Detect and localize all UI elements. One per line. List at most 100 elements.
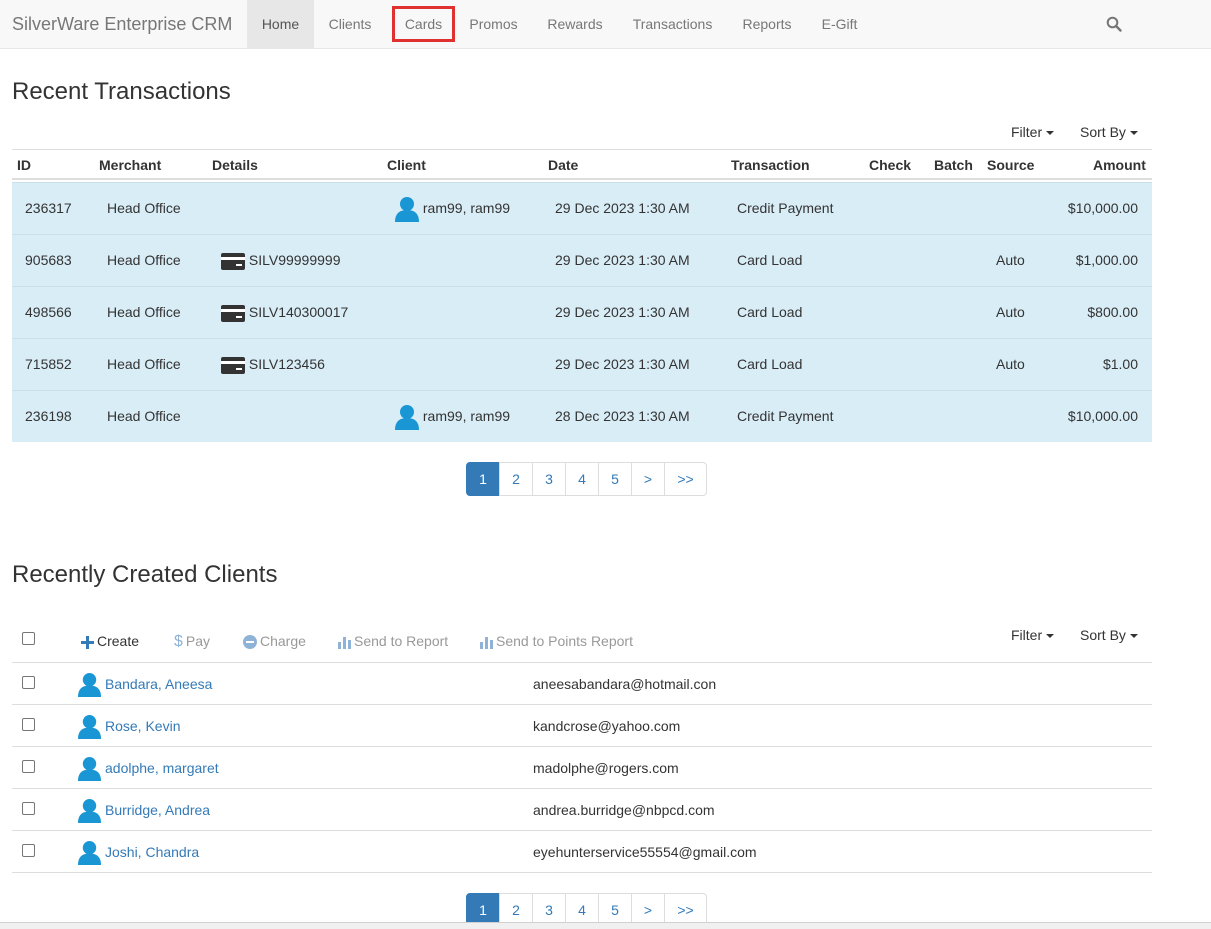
- col-client[interactable]: Client: [387, 150, 426, 180]
- nav-rewards[interactable]: Rewards: [532, 0, 618, 48]
- tx-id: 236198: [25, 408, 72, 424]
- nav-egift[interactable]: E-Gift: [807, 0, 872, 48]
- client-row: Rose, Kevin kandcrose@yahoo.com: [12, 705, 1152, 747]
- tx-details[interactable]: SILV123456: [221, 339, 325, 390]
- bar-chart-icon: [480, 637, 493, 649]
- nav-home[interactable]: Home: [247, 0, 314, 48]
- caret-down-icon: [1129, 131, 1138, 136]
- page-3-button[interactable]: 3: [532, 462, 566, 496]
- clients-sort-dropdown[interactable]: Sort By: [1080, 627, 1138, 643]
- transaction-row[interactable]: 236198 Head Office ram99, ram99 28 Dec 2…: [12, 390, 1152, 442]
- charge-label: Charge: [260, 633, 306, 649]
- col-id[interactable]: ID: [17, 150, 31, 180]
- caret-down-icon: [1046, 634, 1055, 639]
- pay-label: Pay: [185, 633, 211, 649]
- nav-reports[interactable]: Reports: [727, 0, 807, 48]
- credit-card-icon: [221, 356, 245, 374]
- tx-date: 28 Dec 2023 1:30 AM: [555, 408, 690, 424]
- cards-highlight-box: [392, 6, 455, 42]
- next-page-button[interactable]: >: [631, 462, 665, 496]
- row-checkbox[interactable]: [22, 760, 35, 773]
- tx-amount: $10,000.00: [1067, 200, 1138, 216]
- tx-source: Auto: [996, 356, 1025, 372]
- user-icon: [78, 757, 101, 781]
- transactions-sort-label: Sort By: [1080, 124, 1126, 140]
- tx-source: Auto: [996, 252, 1025, 268]
- transaction-row[interactable]: 905683 Head Office SILV99999999 29 Dec 2…: [12, 234, 1152, 286]
- user-icon: [78, 673, 101, 697]
- tx-details[interactable]: SILV99999999: [221, 235, 341, 286]
- col-batch[interactable]: Batch: [934, 150, 973, 180]
- client-email: madolphe@rogers.com: [533, 760, 679, 776]
- col-date[interactable]: Date: [548, 150, 578, 180]
- client-email: eyehunterservice55554@gmail.com: [533, 844, 757, 860]
- send-to-report-button[interactable]: Send to Report: [338, 630, 448, 652]
- tx-details[interactable]: SILV140300017: [221, 287, 348, 338]
- col-amount[interactable]: Amount: [1093, 150, 1146, 180]
- page-4-button[interactable]: 4: [565, 462, 599, 496]
- charge-button[interactable]: Charge: [243, 630, 306, 652]
- col-details[interactable]: Details: [212, 150, 258, 180]
- clients-filter-dropdown[interactable]: Filter: [1011, 627, 1055, 643]
- nav-clients[interactable]: Clients: [314, 0, 386, 48]
- transaction-row[interactable]: 498566 Head Office SILV140300017 29 Dec …: [12, 286, 1152, 338]
- dollar-icon: $: [174, 633, 183, 650]
- tx-merchant: Head Office: [107, 252, 181, 268]
- search-icon[interactable]: [1100, 12, 1128, 36]
- client-name-link[interactable]: adolphe, margaret: [105, 747, 219, 789]
- tx-amount: $10,000.00: [1067, 408, 1138, 424]
- transactions-filter-dropdown[interactable]: Filter: [1011, 124, 1055, 140]
- create-client-button[interactable]: Create: [81, 630, 139, 652]
- pay-button[interactable]: $ Pay: [174, 630, 210, 652]
- user-icon: [395, 405, 419, 431]
- tx-id: 236317: [25, 200, 72, 216]
- nav-rewards-label: Rewards: [547, 16, 603, 32]
- tx-date: 29 Dec 2023 1:30 AM: [555, 200, 690, 216]
- col-merchant[interactable]: Merchant: [99, 150, 161, 180]
- client-email: aneesabandara@hotmail.con: [533, 676, 717, 692]
- transactions-sort-dropdown[interactable]: Sort By: [1080, 124, 1138, 140]
- brand-title[interactable]: SilverWare Enterprise CRM: [12, 0, 232, 49]
- tx-amount: $1,000.00: [1075, 252, 1138, 268]
- row-checkbox[interactable]: [22, 844, 35, 857]
- tx-client[interactable]: ram99, ram99: [395, 183, 510, 234]
- nav-promos[interactable]: Promos: [455, 0, 532, 48]
- page-1-button[interactable]: 1: [466, 462, 500, 496]
- client-row: Bandara, Aneesa aneesabandara@hotmail.co…: [12, 663, 1152, 705]
- transaction-row[interactable]: 715852 Head Office SILV123456 29 Dec 202…: [12, 338, 1152, 390]
- tx-id: 715852: [25, 356, 72, 372]
- col-check[interactable]: Check: [869, 150, 911, 180]
- tx-client-name: ram99, ram99: [422, 408, 511, 424]
- last-page-button[interactable]: >>: [664, 462, 707, 496]
- send-to-points-report-button[interactable]: Send to Points Report: [480, 630, 633, 652]
- client-name-link[interactable]: Rose, Kevin: [105, 705, 180, 747]
- nav-transactions[interactable]: Transactions: [618, 0, 727, 48]
- tx-date: 29 Dec 2023 1:30 AM: [555, 304, 690, 320]
- transaction-row[interactable]: 236317 Head Office ram99, ram99 29 Dec 2…: [12, 182, 1152, 234]
- client-name-link[interactable]: Burridge, Andrea: [105, 789, 210, 831]
- nav-cards[interactable]: Cards: [392, 0, 455, 48]
- page-2-button[interactable]: 2: [499, 462, 533, 496]
- col-source[interactable]: Source: [987, 150, 1034, 180]
- transactions-pagination: 1 2 3 4 5 > >>: [466, 462, 707, 496]
- bar-chart-icon: [338, 637, 351, 649]
- row-checkbox[interactable]: [22, 802, 35, 815]
- tx-client[interactable]: ram99, ram99: [395, 391, 510, 442]
- row-checkbox[interactable]: [22, 718, 35, 731]
- tx-card-number: SILV99999999: [248, 252, 341, 268]
- col-transaction[interactable]: Transaction: [731, 150, 810, 180]
- tx-id: 498566: [25, 304, 72, 320]
- caret-down-icon: [1129, 634, 1138, 639]
- row-checkbox[interactable]: [22, 676, 35, 689]
- caret-down-icon: [1046, 131, 1055, 136]
- nav-clients-label: Clients: [328, 16, 372, 32]
- client-name-link[interactable]: Bandara, Aneesa: [105, 663, 212, 705]
- client-name-link[interactable]: Joshi, Chandra: [105, 831, 199, 873]
- transactions-table-header: ID Merchant Details Client Date Transact…: [12, 149, 1152, 180]
- divider: [12, 872, 1152, 873]
- page-5-button[interactable]: 5: [598, 462, 632, 496]
- recent-clients-title: Recently Created Clients: [12, 561, 278, 588]
- tx-date: 29 Dec 2023 1:30 AM: [555, 252, 690, 268]
- tx-transaction: Card Load: [737, 252, 803, 268]
- select-all-checkbox[interactable]: [22, 632, 35, 645]
